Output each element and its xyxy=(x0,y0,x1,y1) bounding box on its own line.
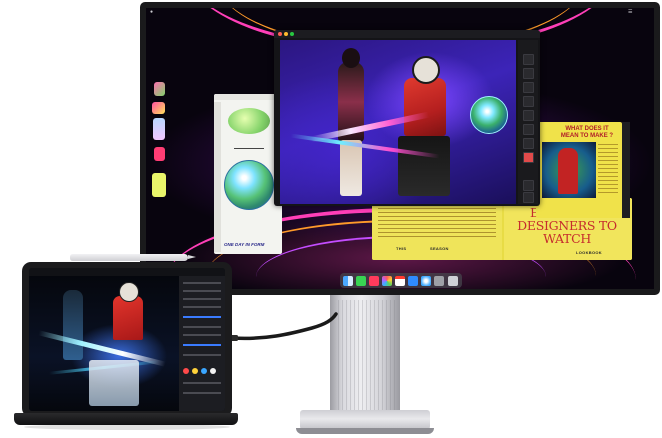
inspector-row[interactable] xyxy=(183,306,221,308)
apple-pencil-tip xyxy=(188,255,196,259)
ipad-app-toolbar xyxy=(29,268,225,276)
color-swatch-white[interactable] xyxy=(210,368,216,374)
ipad-screen xyxy=(29,268,225,411)
inspector-row[interactable] xyxy=(183,392,221,394)
inspector-row[interactable] xyxy=(183,290,221,292)
inspector-row[interactable] xyxy=(183,298,221,300)
inspector-row[interactable] xyxy=(183,282,221,284)
inspector-row[interactable] xyxy=(183,354,221,356)
ipad-figure-legs xyxy=(89,360,139,406)
color-swatch-blue[interactable] xyxy=(201,368,207,374)
ipad-figure-right-head xyxy=(119,282,139,302)
inspector-row[interactable] xyxy=(183,334,221,336)
ipad-artwork-canvas[interactable] xyxy=(29,276,179,411)
keyboard-shadow xyxy=(24,424,230,430)
inspector-row[interactable] xyxy=(183,382,221,384)
apple-pencil xyxy=(70,254,188,261)
ipad-figure-right-jacket xyxy=(113,296,143,340)
inspector-slider[interactable] xyxy=(183,344,221,346)
inspector-row[interactable] xyxy=(183,326,221,328)
ipad-figure-left xyxy=(63,290,83,360)
inspector-slider[interactable] xyxy=(183,316,221,318)
ipad-inspector-panel xyxy=(179,276,225,411)
color-swatch-red[interactable] xyxy=(183,368,189,374)
color-swatch-yellow[interactable] xyxy=(192,368,198,374)
